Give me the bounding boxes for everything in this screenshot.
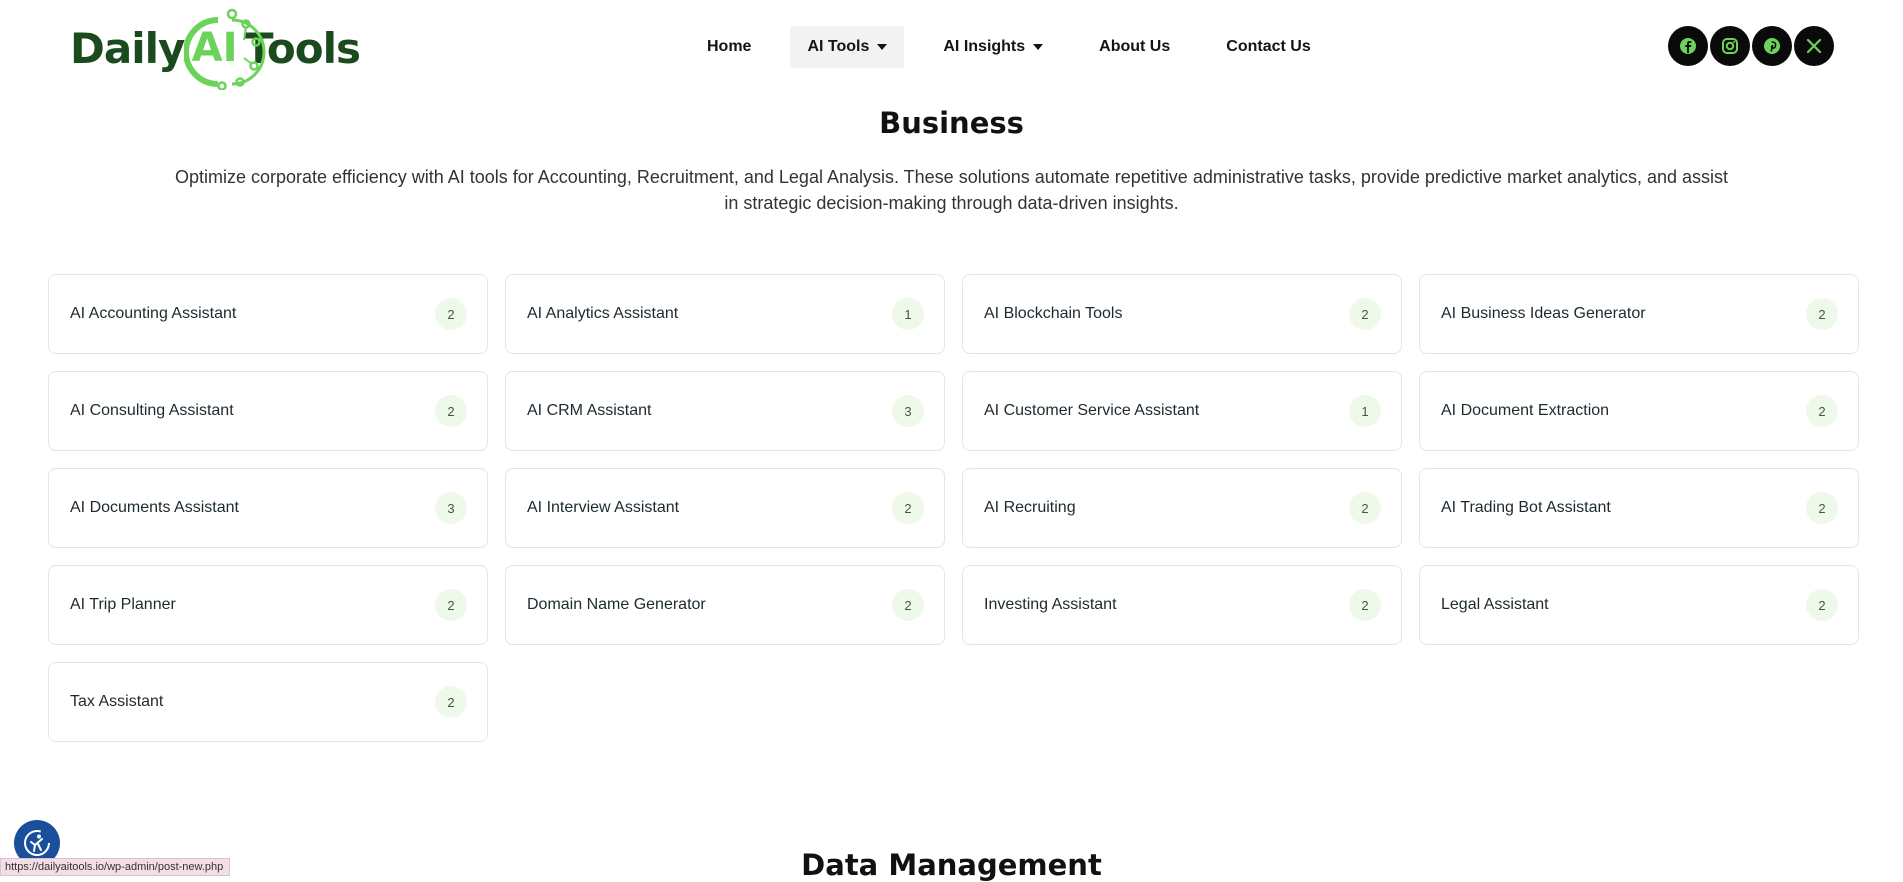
category-label: AI Interview Assistant	[527, 499, 680, 516]
category-card[interactable]: AI Trading Bot Assistant 2	[1419, 468, 1859, 548]
section-title: Business	[879, 106, 1024, 140]
count-badge: 2	[1806, 589, 1838, 621]
category-card[interactable]: AI Recruiting 2	[962, 468, 1402, 548]
site-header: Daily AI Tools Home AI Tools AI Insights…	[0, 0, 1903, 95]
category-card[interactable]: AI Accounting Assistant 2	[48, 274, 488, 354]
facebook-link[interactable]	[1668, 26, 1708, 66]
category-card[interactable]: AI Documents Assistant 3	[48, 468, 488, 548]
count-badge: 2	[892, 492, 924, 524]
count-badge: 2	[435, 686, 467, 718]
count-badge: 2	[435, 298, 467, 330]
category-label: Domain Name Generator	[527, 596, 706, 613]
category-card[interactable]: Domain Name Generator 2	[505, 565, 945, 645]
category-label: AI Customer Service Assistant	[984, 402, 1200, 419]
category-card[interactable]: AI Consulting Assistant 2	[48, 371, 488, 451]
category-label: AI Consulting Assistant	[70, 402, 234, 419]
nav-contact-us[interactable]: Contact Us	[1209, 26, 1327, 68]
count-badge: 2	[1349, 298, 1381, 330]
count-badge: 1	[1349, 395, 1381, 427]
nav-ai-insights[interactable]: AI Insights	[926, 26, 1060, 68]
nav-ai-tools-label: AI Tools	[807, 38, 870, 55]
count-badge: 2	[1806, 492, 1838, 524]
section-description: Optimize corporate efficiency with AI to…	[174, 167, 1729, 213]
count-badge: 1	[892, 298, 924, 330]
logo-ai-text: AI	[191, 25, 238, 71]
nav-ai-tools[interactable]: AI Tools	[790, 26, 905, 68]
category-card[interactable]: AI CRM Assistant 3	[505, 371, 945, 451]
nav-about-us[interactable]: About Us	[1082, 26, 1187, 68]
category-label: AI Documents Assistant	[70, 499, 239, 516]
count-badge: 2	[1806, 395, 1838, 427]
category-card[interactable]: Tax Assistant 2	[48, 662, 488, 742]
logo-word-daily: Daily	[70, 23, 185, 73]
category-label: Tax Assistant	[70, 693, 164, 710]
pinterest-link[interactable]	[1752, 26, 1792, 66]
category-card[interactable]: Legal Assistant 2	[1419, 565, 1859, 645]
instagram-icon	[1722, 38, 1738, 54]
category-label: AI CRM Assistant	[527, 402, 652, 419]
category-label: AI Trip Planner	[70, 596, 176, 613]
count-badge: 2	[435, 589, 467, 621]
count-badge: 3	[435, 492, 467, 524]
count-badge: 3	[892, 395, 924, 427]
count-badge: 2	[1806, 298, 1838, 330]
logo-ai-mark: AI	[184, 6, 266, 90]
category-label: Investing Assistant	[984, 596, 1117, 613]
category-label: AI Blockchain Tools	[984, 305, 1123, 322]
social-links	[1668, 26, 1836, 66]
instagram-link[interactable]	[1710, 26, 1750, 66]
category-grid: AI Accounting Assistant 2 AI Analytics As…	[48, 274, 1859, 742]
nav-about-us-label: About Us	[1099, 38, 1171, 55]
category-label: Legal Assistant	[1441, 596, 1549, 613]
category-label: AI Document Extraction	[1441, 402, 1610, 419]
next-section-title: Data Management	[801, 848, 1102, 882]
nav-contact-us-label: Contact Us	[1226, 38, 1311, 55]
category-card[interactable]: AI Business Ideas Generator 2	[1419, 274, 1859, 354]
category-card[interactable]: AI Customer Service Assistant 1	[962, 371, 1402, 451]
count-badge: 2	[1349, 492, 1381, 524]
nav-ai-insights-label: AI Insights	[943, 38, 1026, 55]
main-nav: Home AI Tools AI Insights About Us Conta…	[690, 26, 1350, 68]
category-card[interactable]: AI Analytics Assistant 1	[505, 274, 945, 354]
category-card[interactable]: Investing Assistant 2	[962, 565, 1402, 645]
count-badge: 2	[435, 395, 467, 427]
category-label: AI Business Ideas Generator	[1441, 305, 1646, 322]
category-label: AI Trading Bot Assistant	[1441, 499, 1611, 516]
status-bar-url: https://dailyaitools.io/wp-admin/post-ne…	[0, 858, 231, 876]
category-card[interactable]: AI Blockchain Tools 2	[962, 274, 1402, 354]
category-label: AI Analytics Assistant	[527, 305, 679, 322]
category-card[interactable]: AI Document Extraction 2	[1419, 371, 1859, 451]
x-link[interactable]	[1794, 26, 1834, 66]
accessibility-icon	[24, 830, 50, 856]
category-card[interactable]: AI Interview Assistant 2	[505, 468, 945, 548]
caret-down-icon	[877, 44, 888, 50]
category-label: AI Accounting Assistant	[70, 305, 237, 322]
count-badge: 2	[1349, 589, 1381, 621]
site-logo[interactable]: Daily AI Tools	[70, 6, 361, 90]
category-label: AI Recruiting	[984, 499, 1076, 516]
pinterest-icon	[1764, 38, 1780, 54]
count-badge: 2	[892, 589, 924, 621]
caret-down-icon	[1033, 44, 1044, 50]
category-card[interactable]: AI Trip Planner 2	[48, 565, 488, 645]
nav-home[interactable]: Home	[690, 26, 768, 68]
nav-home-label: Home	[707, 38, 752, 55]
facebook-icon	[1680, 38, 1696, 54]
x-icon	[1806, 38, 1822, 54]
